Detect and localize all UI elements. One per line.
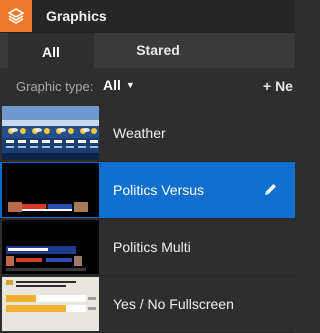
tab-stared[interactable]: Stared [100,33,216,68]
layers-icon[interactable] [0,0,32,32]
list-item[interactable]: Yes / No Fullscreen [0,276,295,333]
title-bar: Graphics [0,0,295,32]
tab-bar: All Stared [0,32,295,68]
weather-thumbnail [2,106,99,160]
graphics-list: Weather Politics Versus Politics Multi Y… [0,105,295,333]
pencil-icon[interactable] [263,182,278,197]
filter-bar: Graphic type: All ▼ + Ne [0,68,295,105]
list-item[interactable]: Politics Multi [0,219,295,276]
graphic-type-dropdown[interactable]: All ▼ [103,77,135,93]
graphic-type-label: Graphic type: [16,79,94,94]
list-item[interactable]: Politics Versus [0,162,295,219]
caret-down-icon: ▼ [125,80,135,90]
graphic-type-value: All [103,77,121,93]
list-item-label: Yes / No Fullscreen [113,296,234,312]
list-item-label: Weather [113,125,166,141]
list-item[interactable]: Weather [0,105,295,162]
yes-no-thumbnail [2,277,99,331]
panel-title: Graphics [46,8,107,24]
tab-all[interactable]: All [8,33,94,68]
list-item-label: Politics Multi [113,239,191,255]
list-item-label: Politics Versus [113,182,205,198]
politics-multi-thumbnail [2,220,99,274]
politics-versus-thumbnail [2,163,99,217]
new-graphic-button[interactable]: + Ne [263,78,293,94]
